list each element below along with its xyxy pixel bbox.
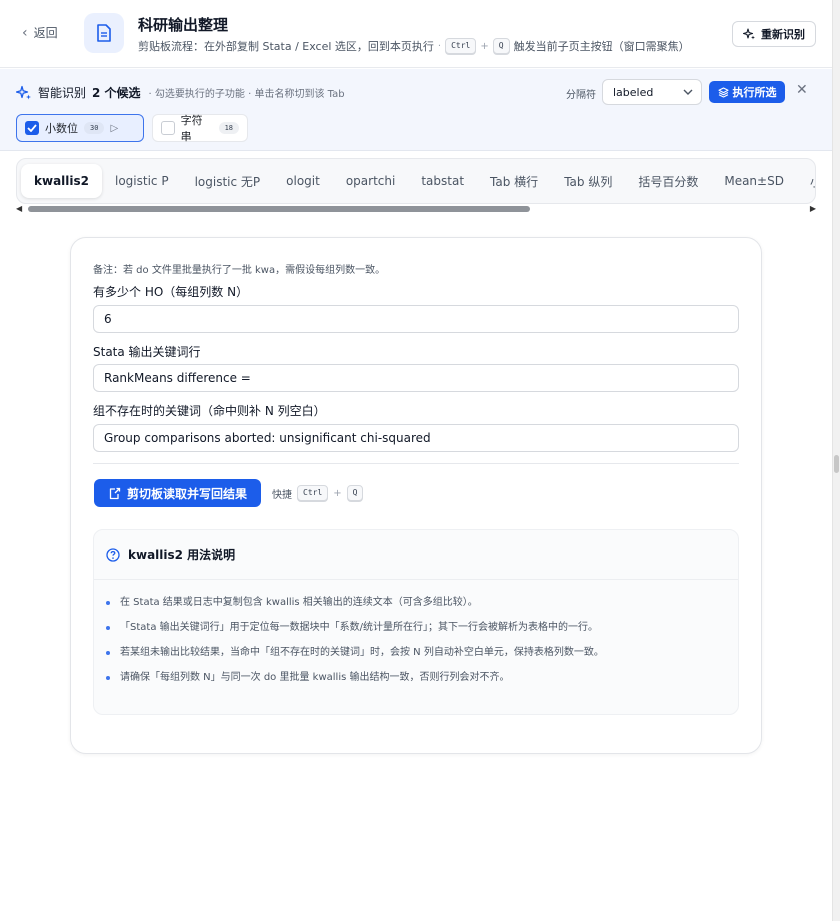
kbd-q: Q bbox=[346, 485, 364, 501]
separator-label: 分隔符 bbox=[566, 90, 596, 101]
app-header: ‹ 返回 科研输出整理 剪贴板流程：在外部复制 Stata / Excel 选区… bbox=[0, 0, 832, 68]
tab-ologit[interactable]: ologit bbox=[273, 164, 333, 198]
back-label: 返回 bbox=[33, 26, 58, 40]
tab-kwallis2[interactable]: kwallis2 bbox=[21, 164, 102, 198]
help-item: 若某组未输出比较结果，当命中「组不存在时的关键词」时，会按 N 列自动补空白单元… bbox=[106, 646, 738, 671]
shortcut-label: 快捷 bbox=[272, 489, 292, 501]
scrollbar-thumb[interactable] bbox=[28, 206, 530, 212]
field-label-group-count: 有多少个 HO（每组列数 N） bbox=[93, 285, 249, 299]
subtitle-dot: · bbox=[437, 40, 442, 52]
tab-mean-sd[interactable]: Mean±SD bbox=[711, 164, 797, 198]
clipboard-export-icon bbox=[109, 487, 121, 499]
help-list: 在 Stata 结果或日志中复制包含 kwallis 相关输出的连续文本（可含多… bbox=[94, 580, 738, 696]
check-icon bbox=[27, 124, 37, 132]
smart-title-count: 2 个候选 bbox=[92, 86, 141, 100]
run-selected-label: 执行所选 bbox=[732, 86, 777, 99]
subtitle-text: 剪贴板流程：在外部复制 Stata / Excel 选区，回到本页执行 bbox=[138, 40, 434, 53]
tab-bar: kwallis2 logistic P logistic 无P ologit o… bbox=[16, 158, 816, 204]
kbd-ctrl: Ctrl bbox=[297, 485, 329, 501]
field-label-missing-keyword: 组不存在时的关键词（命中则补 N 列空白） bbox=[93, 404, 326, 418]
tabs-scrollbar[interactable]: ◀ ▶ bbox=[16, 204, 816, 214]
smart-detection-bar: 智能识别 2 个候选 · 勾选要执行的子功能 · 单击名称切到该 Tab 分隔符… bbox=[0, 69, 832, 151]
help-item: 在 Stata 结果或日志中复制包含 kwallis 相关输出的连续文本（可含多… bbox=[106, 596, 738, 621]
clipboard-process-label: 剪切板读取并写回结果 bbox=[126, 486, 247, 501]
tab-logistic-no-p[interactable]: logistic 无P bbox=[182, 164, 274, 198]
tab-tabstat[interactable]: tabstat bbox=[408, 164, 477, 198]
chevron-down-icon bbox=[683, 89, 693, 95]
tab-decimals[interactable]: 小数位 bbox=[797, 164, 815, 198]
shortcut-hint: 快捷 Ctrl + Q bbox=[272, 485, 364, 501]
tab-logistic-p[interactable]: logistic P bbox=[102, 164, 182, 198]
page-scrollbar-thumb[interactable] bbox=[834, 455, 839, 473]
page-scrollbar[interactable] bbox=[832, 0, 840, 921]
page-subtitle: 剪贴板流程：在外部复制 Stata / Excel 选区，回到本页执行 · Ct… bbox=[138, 38, 690, 54]
play-icon[interactable]: ▷ bbox=[110, 123, 118, 134]
candidate-count: 30 bbox=[84, 122, 105, 134]
help-item: 请确保「每组列数 N」与同一次 do 里批量 kwallis 输出结构一致，否则… bbox=[106, 671, 738, 696]
clipboard-process-button[interactable]: 剪切板读取并写回结果 bbox=[94, 479, 261, 507]
keyword-line-input[interactable] bbox=[93, 364, 739, 392]
separator-value: labeled bbox=[613, 85, 654, 99]
tab-bracket-percent[interactable]: 括号百分数 bbox=[625, 164, 711, 198]
missing-keyword-input[interactable] bbox=[93, 424, 739, 452]
kwallis2-panel: 备注：若 do 文件里批量执行了一批 kwa，需假设每组列数一致。 有多少个 H… bbox=[70, 237, 762, 754]
scroll-right-icon[interactable]: ▶ bbox=[810, 204, 816, 213]
kbd-q: Q bbox=[492, 38, 510, 54]
help-header: kwallis2 用法说明 bbox=[94, 530, 738, 580]
group-count-input[interactable] bbox=[93, 305, 739, 333]
kbd-ctrl: Ctrl bbox=[445, 38, 477, 54]
checkbox-unchecked[interactable] bbox=[161, 121, 175, 135]
reidentify-button[interactable]: 重新识别 bbox=[732, 21, 816, 47]
plus-sign: + bbox=[480, 40, 489, 52]
reidentify-label: 重新识别 bbox=[761, 28, 805, 41]
separator-select[interactable]: labeled bbox=[602, 79, 702, 105]
usage-help-box: kwallis2 用法说明 在 Stata 结果或日志中复制包含 kwallis… bbox=[93, 529, 739, 715]
candidate-label: 小数位 bbox=[45, 122, 78, 135]
sparkle-icon bbox=[743, 27, 755, 39]
back-button[interactable]: ‹ 返回 bbox=[22, 24, 58, 41]
smart-title-prefix: 智能识别 bbox=[38, 86, 87, 100]
scroll-left-icon[interactable]: ◀ bbox=[16, 204, 22, 213]
layers-icon bbox=[717, 86, 729, 98]
candidate-label: 字符串 bbox=[180, 114, 203, 143]
subtitle-suffix: 触发当前子页主按钮（窗口需聚焦） bbox=[513, 40, 690, 53]
tab-tab-row[interactable]: Tab 横行 bbox=[477, 164, 551, 198]
help-title: kwallis2 用法说明 bbox=[128, 548, 236, 562]
help-item: 「Stata 输出关键词行」用于定位每一数据块中「系数/统计量所在行」；其下一行… bbox=[106, 621, 738, 646]
candidate-chip-string[interactable]: 字符串 18 bbox=[152, 114, 248, 143]
note-text: 备注：若 do 文件里批量执行了一批 kwa，需假设每组列数一致。 bbox=[93, 265, 386, 276]
run-selected-button[interactable]: 执行所选 bbox=[709, 81, 785, 103]
close-icon[interactable]: ✕ bbox=[796, 82, 808, 98]
smart-title: 智能识别 2 个候选 · 勾选要执行的子功能 · 单击名称切到该 Tab bbox=[16, 84, 345, 101]
checkbox-checked[interactable] bbox=[25, 121, 39, 135]
tab-tab-column[interactable]: Tab 纵列 bbox=[551, 164, 625, 198]
candidate-chip-decimals[interactable]: 小数位 30 ▷ bbox=[16, 114, 144, 142]
sparkle-icon bbox=[16, 85, 31, 99]
tab-opartchi[interactable]: opartchi bbox=[333, 164, 409, 198]
page-title: 科研输出整理 bbox=[138, 16, 229, 34]
smart-hint: · 勾选要执行的子功能 · 单击名称切到该 Tab bbox=[148, 89, 345, 100]
candidate-count: 18 bbox=[218, 122, 239, 134]
field-label-keyword-line: Stata 输出关键词行 bbox=[93, 345, 201, 359]
chevron-left-icon: ‹ bbox=[22, 24, 28, 41]
divider bbox=[93, 463, 739, 464]
plus-sign: + bbox=[333, 487, 342, 499]
tab-list: kwallis2 logistic P logistic 无P ologit o… bbox=[21, 164, 815, 198]
document-icon bbox=[84, 13, 124, 53]
help-circle-icon bbox=[106, 547, 120, 562]
